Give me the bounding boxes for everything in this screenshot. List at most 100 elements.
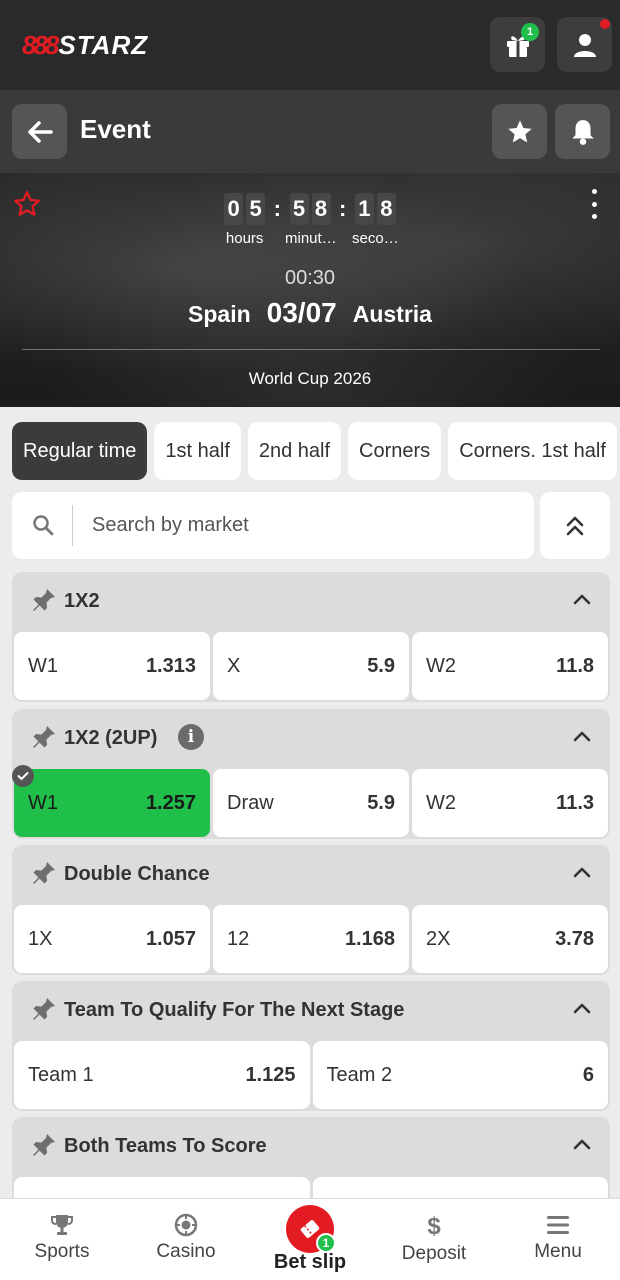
user-icon — [573, 33, 596, 57]
market-header[interactable]: Double Chance — [12, 845, 610, 903]
odd-button[interactable]: W1 1.313 — [14, 632, 210, 700]
tab-regular-time[interactable]: Regular time — [12, 422, 148, 480]
favorite-button[interactable] — [492, 104, 547, 159]
countdown-separator: : — [273, 196, 281, 221]
market-header[interactable]: Team To Qualify For The Next Stage — [12, 981, 610, 1039]
market-header[interactable]: 1X2 — [12, 572, 610, 630]
chevron-up-icon[interactable] — [572, 865, 592, 879]
odd-label: Team 1 — [28, 1063, 94, 1086]
odd-value: 1.257 — [145, 791, 196, 814]
odd-value: 1.057 — [145, 927, 196, 950]
odd-button[interactable]: Team 1 1.125 — [14, 1041, 310, 1109]
chevron-up-icon[interactable] — [572, 729, 592, 743]
nav-menu[interactable]: Menu — [496, 1199, 620, 1280]
period-tabs: Regular time 1st half 2nd half Corners C… — [12, 422, 620, 480]
check-icon — [12, 765, 34, 787]
chevron-up-icon[interactable] — [572, 1001, 592, 1015]
odd-button[interactable]: W2 11.8 — [412, 632, 608, 700]
search-icon — [33, 515, 54, 536]
gift-button[interactable]: 1 — [490, 17, 545, 72]
gift-badge: 1 — [521, 23, 539, 41]
odds-row: W1 1.257 Draw 5.9 W2 11.3 — [12, 765, 608, 837]
kickoff-time: 00:30 — [284, 267, 336, 289]
odd-label: 1X — [28, 927, 53, 950]
odd-value: 1.125 — [245, 1063, 296, 1086]
countdown-seconds: 1 8 seco… — [350, 193, 400, 247]
event-hero: 0 5 hours : 5 8 minut… : 1 8 seco… 00:30… — [0, 173, 620, 407]
market-1x2-2up: 1X2 (2UP) i W1 1.257 Draw 5.9 W2 11.3 — [12, 709, 610, 839]
nav-deposit-label: Deposit — [401, 1243, 467, 1264]
notification-dot — [600, 19, 610, 29]
match-date: 03/07 — [266, 297, 337, 328]
nav-bet-slip-label: Bet slip — [273, 1251, 347, 1273]
dollar-icon: $ — [427, 1213, 441, 1239]
market-header[interactable]: 1X2 (2UP) i — [12, 709, 610, 767]
odd-button[interactable]: W2 11.3 — [412, 769, 608, 837]
nav-casino[interactable]: Casino — [124, 1199, 248, 1280]
chevron-up-icon[interactable] — [572, 1137, 592, 1151]
home-team: Spain — [188, 301, 251, 327]
nav-bet-slip[interactable]: 1 Bet slip — [248, 1199, 372, 1280]
search-input[interactable] — [92, 492, 512, 559]
collapse-all-button[interactable] — [540, 492, 610, 559]
odd-value: 11.8 — [556, 654, 594, 677]
info-icon[interactable]: i — [178, 724, 204, 750]
bet-slip-count-badge: 1 — [316, 1233, 336, 1253]
pin-icon[interactable] — [30, 586, 58, 614]
odd-label: Draw — [227, 791, 274, 814]
market-title: Both Teams To Score — [64, 1135, 267, 1157]
odd-button[interactable]: X 5.9 — [213, 632, 409, 700]
odd-value: 5.9 — [367, 791, 395, 814]
market-header[interactable]: Both Teams To Score — [12, 1117, 610, 1175]
odd-value: 1.168 — [344, 927, 395, 950]
chevron-up-icon[interactable] — [572, 592, 592, 606]
pin-icon[interactable] — [30, 1131, 58, 1159]
countdown-separator: : — [339, 196, 347, 221]
odd-value: 11.3 — [556, 791, 594, 814]
notifications-button[interactable] — [555, 104, 610, 159]
tab-corners-1st-half[interactable]: Corners. 1st half — [448, 422, 617, 480]
countdown-digit: 5 — [289, 193, 309, 225]
odd-button[interactable]: 2X 3.78 — [412, 905, 608, 973]
tab-2nd-half[interactable]: 2nd half — [247, 422, 342, 480]
odd-label: 12 — [227, 927, 250, 950]
divider — [22, 349, 600, 350]
bottom-navigation: Sports Casino 1 Bet slip $ Deposit Menu — [0, 1198, 620, 1280]
odd-label: 2X — [426, 927, 451, 950]
odd-label: W2 — [426, 654, 456, 677]
pin-icon[interactable] — [30, 859, 58, 887]
back-button[interactable] — [12, 104, 67, 159]
odd-button[interactable]: Draw 5.9 — [213, 769, 409, 837]
arrow-left-icon — [27, 120, 53, 143]
trophy-icon — [51, 1215, 73, 1235]
top-bar: 888 STARZ 1 — [0, 0, 620, 90]
star-icon — [507, 119, 532, 142]
nav-sports[interactable]: Sports — [0, 1199, 124, 1280]
brand-logo[interactable]: 888 STARZ — [22, 30, 148, 60]
odd-label: Team 2 — [326, 1063, 393, 1086]
pin-icon[interactable] — [30, 723, 58, 751]
event-header: Event — [0, 90, 620, 173]
match-teams: Spain 03/07 Austria — [0, 297, 620, 329]
nav-deposit[interactable]: $ Deposit — [372, 1199, 496, 1280]
pin-icon[interactable] — [30, 995, 58, 1023]
countdown-minutes-label: minut… — [285, 230, 335, 247]
odd-value: 6 — [582, 1063, 594, 1086]
odd-button[interactable]: Team 2 6 — [312, 1041, 608, 1109]
odd-button[interactable]: 1X 1.057 — [14, 905, 210, 973]
nav-casino-label: Casino — [156, 1241, 216, 1262]
odd-label: W1 — [28, 654, 58, 677]
account-button[interactable] — [557, 17, 612, 72]
odd-button[interactable]: 12 1.168 — [213, 905, 409, 973]
odd-value: 3.78 — [555, 927, 594, 950]
odd-button-selected[interactable]: W1 1.257 — [12, 765, 210, 837]
nav-sports-label: Sports — [34, 1241, 90, 1262]
market-1x2: 1X2 W1 1.313 X 5.9 W2 11.8 — [12, 572, 610, 702]
tab-corners[interactable]: Corners — [348, 422, 442, 480]
odd-value: 5.9 — [367, 654, 395, 677]
countdown-digit: 8 — [311, 193, 331, 225]
market-search — [12, 492, 534, 559]
tab-1st-half[interactable]: 1st half — [154, 422, 241, 480]
market-title: Team To Qualify For The Next Stage — [64, 999, 405, 1021]
tournament-name[interactable]: World Cup 2026 — [0, 369, 620, 389]
